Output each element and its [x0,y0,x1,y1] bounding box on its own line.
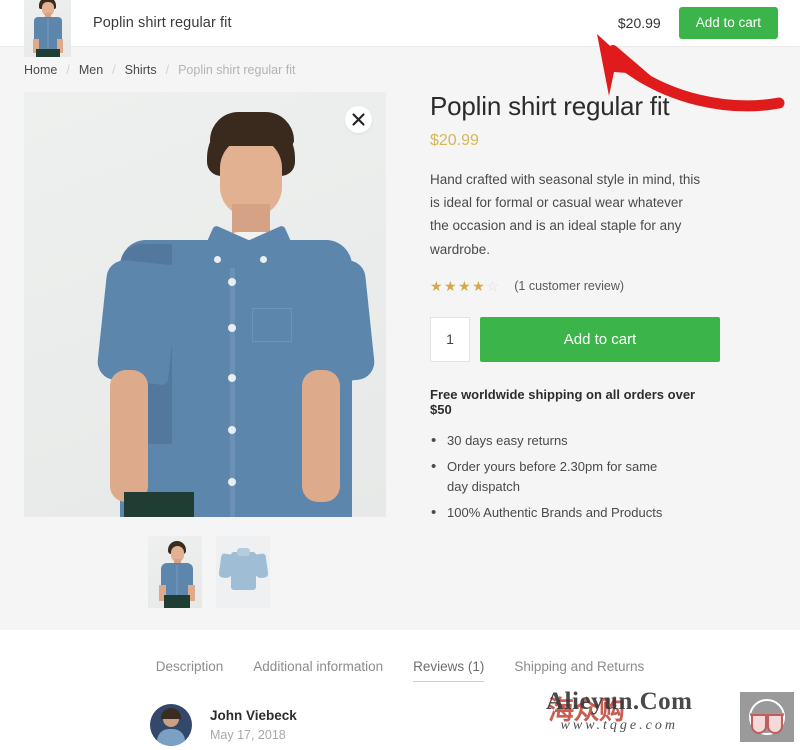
product-main-section: Poplin shirt regular fit $20.99 Hand cra… [0,91,800,630]
product-tabs: Description Additional information Revie… [0,630,800,682]
product-perks-list: 30 days easy returns Order yours before … [430,430,720,524]
list-item: Order yours before 2.30pm for same day d… [430,456,680,496]
empty-star-icon: ☆ [486,277,501,294]
star-rating: ★★★★☆ [430,279,500,293]
purchase-controls: Add to cart [430,316,720,362]
product-tabs-section: Description Additional information Revie… [0,630,800,750]
breadcrumb: Home / Men / Shirts / Poplin shirt regul… [0,47,800,92]
breadcrumb-separator: / [66,62,70,77]
gallery-thumbnail-1[interactable] [148,536,202,608]
breadcrumb-item-current: Poplin shirt regular fit [178,62,296,77]
sticky-bar-product-thumbnail[interactable] [24,0,71,57]
product-gallery [24,92,386,608]
list-item: 30 days easy returns [430,430,680,452]
sticky-product-bar: Poplin shirt regular fit $20.99 Add to c… [0,0,800,57]
thumbnail-flat-shirt-photo [216,536,270,608]
sticky-bar-product-title: Poplin shirt regular fit [93,15,232,31]
product-main-image[interactable] [24,92,386,517]
tab-shipping-and-returns[interactable]: Shipping and Returns [514,659,644,682]
product-thumbnail-image [24,0,71,57]
breadcrumb-item-men[interactable]: Men [79,63,103,77]
customer-review-link[interactable]: (1 customer review) [514,279,624,293]
list-item: 100% Authentic Brands and Products [430,502,680,524]
quantity-input[interactable] [430,316,470,362]
breadcrumb-separator: / [165,62,170,77]
product-price: $20.99 [430,131,479,149]
sticky-bar-actions: $20.99 Add to cart [618,7,800,39]
filled-stars-icon: ★★★★ [430,277,487,294]
add-to-cart-button[interactable]: Add to cart [480,316,720,362]
free-shipping-note: Free worldwide shipping on all orders ov… [430,386,696,417]
product-description: Hand crafted with seasonal style in mind… [430,171,701,257]
breadcrumb-item-home[interactable]: Home [24,63,57,77]
topbar-add-to-cart-button[interactable]: Add to cart [678,7,778,39]
review-item: John Viebeck May 17, 2018 [150,704,800,746]
tab-reviews[interactable]: Reviews (1) [413,659,485,682]
gallery-thumbnail-list [148,536,386,608]
thumbnail-model-photo [148,536,202,608]
product-page: Poplin shirt regular fit $20.99 Add to c… [0,0,800,750]
product-photo-model [24,92,386,517]
gallery-thumbnail-2[interactable] [216,536,270,608]
review-author-name: John Viebeck [210,708,297,723]
review-date: May 17, 2018 [210,728,286,742]
breadcrumb-item-shirts[interactable]: Shirts [125,63,157,77]
product-details: Poplin shirt regular fit $20.99 Hand cra… [430,91,720,530]
tab-description[interactable]: Description [156,659,224,682]
sticky-bar-price: $20.99 [617,15,661,31]
close-icon[interactable] [345,106,372,133]
breadcrumb-separator: / [112,62,116,77]
product-rating: ★★★★☆ (1 customer review) [430,279,720,293]
review-meta: John Viebeck May 17, 2018 [210,708,297,742]
page-title: Poplin shirt regular fit [430,91,670,121]
avatar [150,704,192,746]
tab-additional-information[interactable]: Additional information [253,659,383,682]
